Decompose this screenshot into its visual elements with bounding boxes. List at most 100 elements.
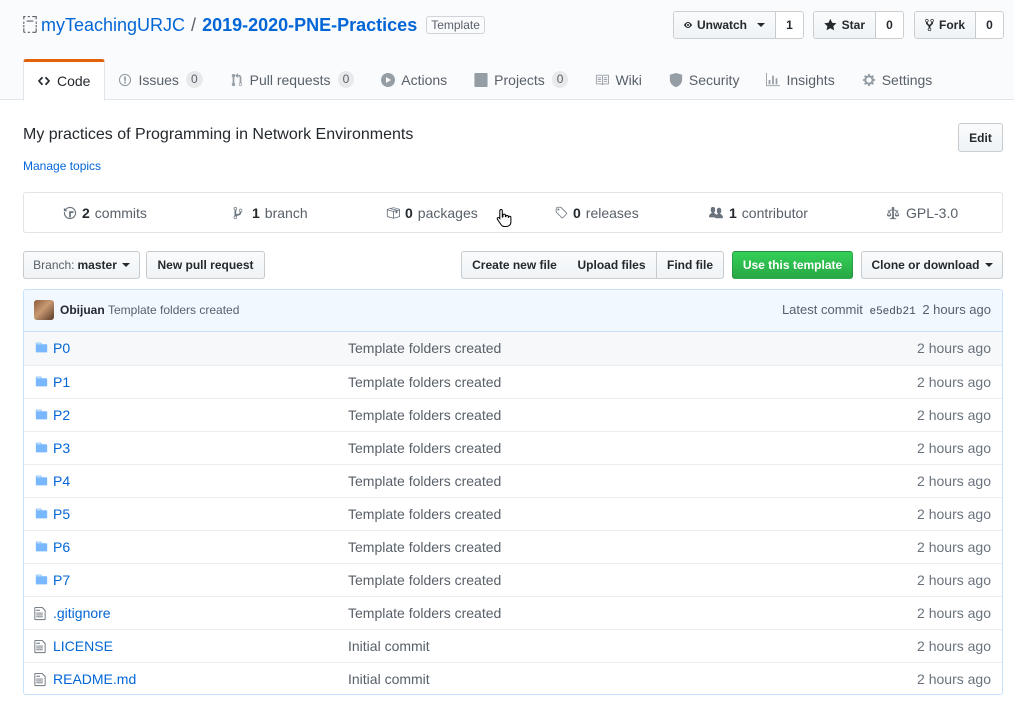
file-name-link[interactable]: P1 xyxy=(53,374,70,390)
file-name-link[interactable]: LICENSE xyxy=(53,638,113,654)
tab-security[interactable]: Security xyxy=(656,59,754,100)
file-name-link[interactable]: P0 xyxy=(53,340,70,356)
releases-link[interactable]: 0 releases xyxy=(554,193,639,232)
branch-count: 1 xyxy=(252,204,260,221)
packages-label: packages xyxy=(417,204,478,221)
tab-wiki[interactable]: Wiki xyxy=(582,59,655,100)
file-commit-message[interactable]: Template folders created xyxy=(348,440,501,456)
commit-message[interactable]: Template folders created xyxy=(108,303,239,317)
tab-actions[interactable]: Actions xyxy=(368,59,461,100)
table-row[interactable]: P5 Template folders created 2 hours ago xyxy=(24,497,1002,530)
file-name-link[interactable]: .gitignore xyxy=(53,605,111,621)
use-template-button[interactable]: Use this template xyxy=(732,251,853,279)
packages-link[interactable]: 0 packages xyxy=(386,193,478,232)
manage-topics-link[interactable]: Manage topics xyxy=(23,159,101,173)
file-name-link[interactable]: P6 xyxy=(53,539,70,555)
file-age: 2 hours ago xyxy=(917,440,991,456)
table-row[interactable]: P0 Template folders created 2 hours ago xyxy=(24,332,1002,365)
chevron-down-icon xyxy=(121,263,130,267)
commits-link[interactable]: 2 commits xyxy=(63,193,147,232)
file-rows: P0 Template folders created 2 hours ago P1 T… xyxy=(24,332,1002,694)
find-file-button[interactable]: Find file xyxy=(656,251,724,279)
file-name-link[interactable]: P5 xyxy=(53,506,70,522)
file-commit-message[interactable]: Template folders created xyxy=(348,407,501,423)
file-name-link[interactable]: P2 xyxy=(53,407,70,423)
tab-pull-requests[interactable]: Pull requests 0 xyxy=(217,59,369,100)
table-row[interactable]: P3 Template folders created 2 hours ago xyxy=(24,431,1002,464)
file-name-link[interactable]: P7 xyxy=(53,572,70,588)
file-name-link[interactable]: README.md xyxy=(53,671,136,687)
tab-insights[interactable]: Insights xyxy=(753,59,848,100)
clone-download-button[interactable]: Clone or download xyxy=(861,251,1003,279)
star-label: Star xyxy=(841,18,865,32)
branch-label: branch xyxy=(264,204,308,221)
tab-label: Projects xyxy=(494,71,545,88)
tab-projects[interactable]: Projects 0 xyxy=(461,59,582,100)
table-row[interactable]: P7 Template folders created 2 hours ago xyxy=(24,563,1002,596)
forks-count[interactable]: 0 xyxy=(976,12,1003,38)
table-row[interactable]: P1 Template folders created 2 hours ago xyxy=(24,365,1002,398)
file-commit-message[interactable]: Template folders created xyxy=(348,539,501,555)
table-row[interactable]: LICENSE Initial commit 2 hours ago xyxy=(24,629,1002,662)
create-new-file-button[interactable]: Create new file xyxy=(461,251,568,279)
folder-icon xyxy=(34,573,49,587)
file-icon xyxy=(34,606,49,621)
branch-select-button[interactable]: Branch: master xyxy=(23,251,140,279)
file-age: 2 hours ago xyxy=(917,407,991,423)
repo-nav-tabs: Code Issues 0 Pull requests 0 Actions Pr… xyxy=(23,59,947,101)
commit-sha[interactable]: e5edb21 xyxy=(869,306,915,318)
file-commit-message[interactable]: Template folders created xyxy=(348,572,501,588)
shield-icon xyxy=(668,72,684,88)
file-commit-message[interactable]: Template folders created xyxy=(348,340,501,356)
watchers-count[interactable]: 1 xyxy=(776,12,803,38)
file-commit-message[interactable]: Template folders created xyxy=(348,506,501,522)
file-commit-message[interactable]: Template folders created xyxy=(348,374,501,390)
table-row[interactable]: P6 Template folders created 2 hours ago xyxy=(24,530,1002,563)
releases-label: releases xyxy=(585,204,639,221)
table-row[interactable]: .gitignore Template folders created 2 hour… xyxy=(24,596,1002,629)
license-link[interactable]: GPL-3.0 xyxy=(885,193,958,232)
table-row[interactable]: README.md Initial commit 2 hours ago xyxy=(24,662,1002,694)
tab-label: Code xyxy=(57,73,91,89)
contributors-link[interactable]: 1 contributor xyxy=(708,193,808,232)
table-row[interactable]: P2 Template folders created 2 hours ago xyxy=(24,398,1002,431)
project-icon xyxy=(473,72,489,88)
file-name-link[interactable]: P3 xyxy=(53,440,70,456)
file-age: 2 hours ago xyxy=(917,605,991,621)
file-age: 2 hours ago xyxy=(917,506,991,522)
file-commit-message[interactable]: Template folders created xyxy=(348,473,501,489)
file-commit-message[interactable]: Template folders created xyxy=(348,605,501,621)
fork-button[interactable]: Fork xyxy=(915,12,976,38)
tab-issues[interactable]: Issues 0 xyxy=(105,59,216,100)
repo-name-link[interactable]: 2019-2020-PNE-Practices xyxy=(202,15,417,36)
upload-files-button[interactable]: Upload files xyxy=(567,251,657,279)
file-commit-message[interactable]: Initial commit xyxy=(348,671,430,687)
folder-icon xyxy=(34,408,49,422)
tab-label: Wiki xyxy=(615,71,642,88)
table-row[interactable]: P4 Template folders created 2 hours ago xyxy=(24,464,1002,497)
branches-link[interactable]: 1 branch xyxy=(233,193,308,232)
tab-settings[interactable]: Settings xyxy=(849,59,947,100)
avatar[interactable] xyxy=(34,300,54,320)
repo-owner-link[interactable]: myTeachingURJC xyxy=(41,15,185,36)
commit-author[interactable]: Obijuan xyxy=(60,303,105,317)
law-icon xyxy=(885,206,901,220)
file-age: 2 hours ago xyxy=(917,473,991,489)
new-pull-request-button[interactable]: New pull request xyxy=(146,251,265,279)
template-repo-icon xyxy=(23,16,37,34)
pull-requests-counter: 0 xyxy=(337,71,355,88)
file-commit-message[interactable]: Initial commit xyxy=(348,638,430,654)
star-button[interactable]: Star xyxy=(814,12,876,38)
stars-count[interactable]: 0 xyxy=(876,12,903,38)
commits-count: 2 xyxy=(82,204,90,221)
repo-description: My practices of Programming in Network E… xyxy=(23,126,414,143)
clone-label: Clone or download xyxy=(871,258,980,272)
file-name-link[interactable]: P4 xyxy=(53,473,70,489)
unwatch-button[interactable]: Unwatch xyxy=(674,12,776,38)
edit-description-button[interactable]: Edit xyxy=(958,123,1003,152)
tab-code[interactable]: Code xyxy=(23,59,106,101)
folder-icon xyxy=(34,507,49,521)
path-separator: / xyxy=(191,14,197,35)
history-icon xyxy=(63,206,77,220)
file-age: 2 hours ago xyxy=(917,340,991,356)
